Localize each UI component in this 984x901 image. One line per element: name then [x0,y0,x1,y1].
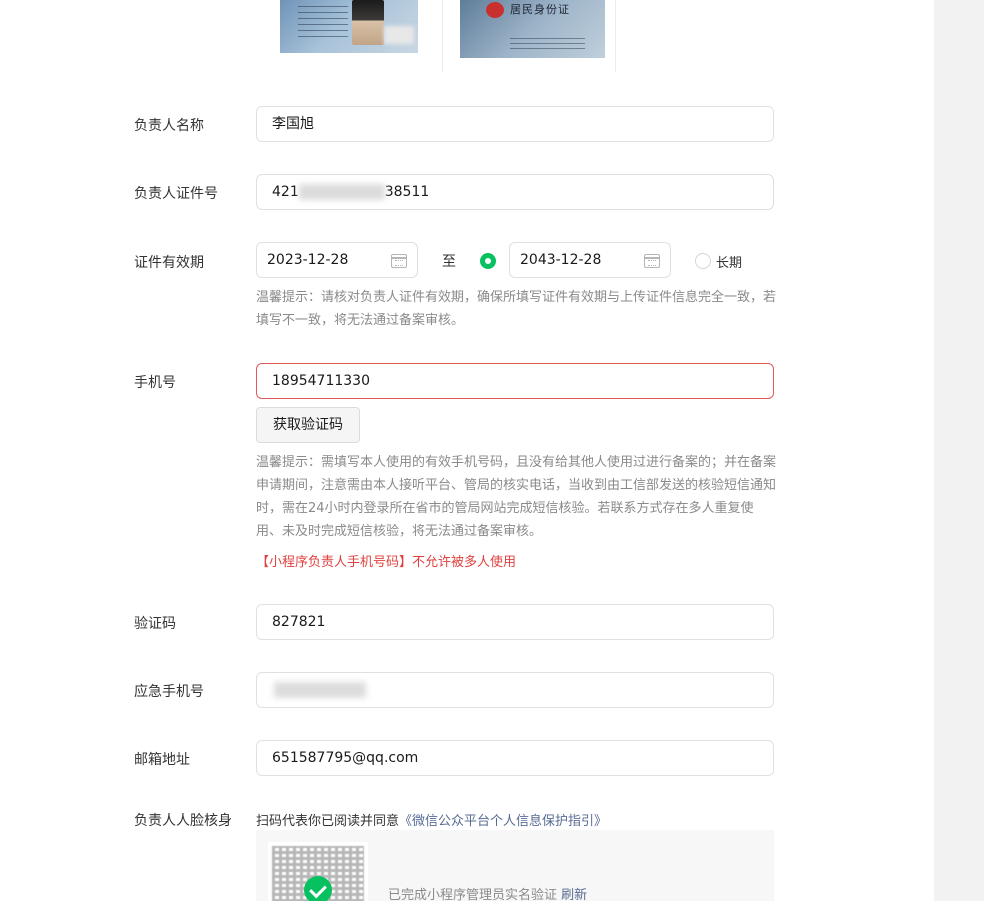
long-term-label: 长期 [716,256,743,271]
validity-start-value: 2023-12-28 [267,252,349,268]
phone-warning: 【小程序负责人手机号码】不允许被多人使用 [256,555,517,570]
verify-code-value: 827821 [272,614,326,630]
redacted-mask [274,682,366,698]
get-verification-code-button[interactable]: 获取验证码 [256,407,360,443]
verification-status: 已完成小程序管理员实名验证 刷新 [388,884,587,901]
phone-tip: 温馨提示：需填写本人使用的有效手机号码，且没有给其他人使用过进行备案的；并在备案… [256,455,777,539]
consent-text: 扫码代表你已阅读并同意《微信公众平台个人信息保护指引》 [256,810,607,829]
consent-prefix: 扫码代表你已阅读并同意 [256,814,400,829]
long-term-radio[interactable] [695,253,711,269]
email-input[interactable]: 651587795@qq.com [256,740,774,776]
id-card-back-image[interactable]: 居民身份证 [460,0,605,58]
validity-start-date[interactable]: 2023-12-28 [256,242,418,278]
principal-name-input[interactable]: 李国旭 [256,106,774,142]
phone-label: 手机号 [134,375,176,391]
principal-id-suffix: 38511 [384,184,430,200]
verify-code-label: 验证码 [134,616,176,632]
principal-name-value: 李国旭 [272,116,314,132]
principal-id-prefix: 421 [272,184,299,200]
phone-value: 18954711330 [272,373,370,389]
phone-input[interactable]: 18954711330 [256,363,774,399]
image-divider [615,0,616,72]
check-icon [304,876,332,901]
redacted-mask [298,184,385,200]
privacy-guide-link[interactable]: 《微信公众平台个人信息保护指引》 [399,814,607,829]
id-card-back-lines [510,38,585,50]
image-divider [442,0,443,72]
verify-code-input[interactable]: 827821 [256,604,774,640]
calendar-icon [644,254,660,268]
id-card-portrait [352,0,384,45]
emergency-phone-input[interactable] [256,672,774,708]
calendar-icon [391,254,407,268]
principal-name-label: 负责人名称 [134,118,204,134]
email-value: 651587795@qq.com [272,750,419,766]
id-card-text-lines [298,6,348,40]
validity-end-date[interactable]: 2043-12-28 [509,242,671,278]
verification-status-text: 已完成小程序管理员实名验证 [388,888,558,901]
id-card-back-title: 居民身份证 [510,3,570,16]
emergency-phone-label: 应急手机号 [134,684,204,700]
id-card-front-image[interactable] [280,0,418,53]
national-emblem-icon [486,2,504,18]
principal-id-label: 负责人证件号 [134,186,218,202]
validity-label: 证件有效期 [134,255,204,271]
face-verify-panel: 已完成小程序管理员实名验证 刷新 [256,830,774,901]
email-label: 邮箱地址 [134,752,190,768]
id-card-redaction [384,26,414,44]
principal-id-input[interactable]: 421 38511 [256,174,774,210]
validity-date-radio[interactable] [480,253,496,269]
refresh-link[interactable]: 刷新 [561,888,587,901]
face-verify-qr-code [268,842,368,901]
right-side-panel [934,0,984,901]
date-separator: 至 [442,254,456,270]
face-verify-label: 负责人人脸核身 [134,813,232,829]
validity-tip: 温馨提示：请核对负责人证件有效期，确保所填写证件有效期与上传证件信息完全一致，若… [256,290,777,328]
validity-end-value: 2043-12-28 [520,252,602,268]
